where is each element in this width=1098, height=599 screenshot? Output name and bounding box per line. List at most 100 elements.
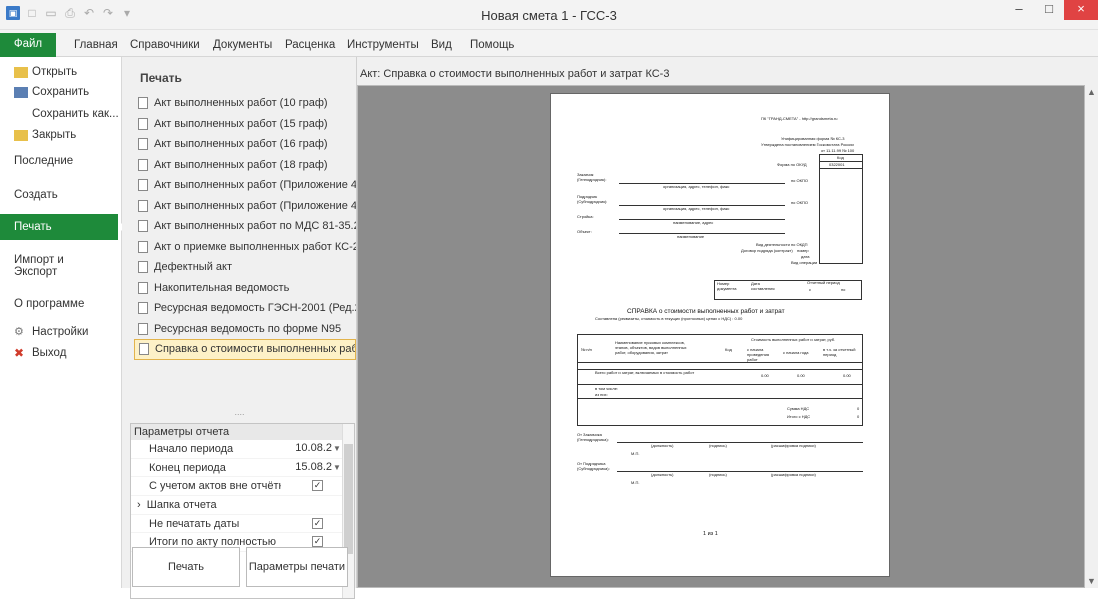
doc-date-label: Дата составления [751, 281, 775, 291]
param-end-value[interactable]: 15.08.2 [284, 461, 332, 473]
nav-create[interactable]: Создать [14, 189, 58, 201]
row-including: в том числе: [595, 386, 619, 391]
report-item[interactable]: Акт выполненных работ (18 граф) [134, 155, 356, 176]
okud-label: Форма по ОКУД [777, 162, 807, 167]
zero-a: 0.00 [761, 373, 769, 378]
param-group-header[interactable]: › Шапка отчета [131, 496, 354, 515]
page-number-text: 1 из 1 [703, 531, 718, 537]
report-item[interactable]: Справка о стоимости выполненных работ и … [134, 339, 356, 360]
row-of-them: из них: [595, 392, 608, 397]
param-acts-outside[interactable]: С учетом актов вне отчётного пе ✓ [131, 477, 354, 497]
checkbox-no-dates[interactable]: ✓ [312, 517, 323, 529]
nav-open-label: Открыть [32, 66, 78, 78]
menu-documents[interactable]: Документы [213, 39, 272, 51]
nav-import-export[interactable]: Импорт и Экспорт [14, 254, 64, 278]
document-icon [139, 343, 149, 356]
menu-tools[interactable]: Инструменты [347, 39, 419, 51]
col-a: с начала проведения работ [747, 347, 769, 362]
save-icon [14, 86, 28, 98]
chevron-down-icon[interactable]: ▼ [333, 444, 341, 453]
page-number: 1 из 1 [703, 531, 718, 537]
report-item[interactable]: Ресурсная ведомость по форме N95 [134, 319, 356, 340]
report-item[interactable]: Акт выполненных работ (10 граф) [134, 93, 356, 114]
activity-label: Вид деятельности по ОКДП [756, 242, 808, 247]
backstage-nav: Открыть Сохранить Сохранить как... Закры… [0, 57, 124, 588]
object-label: Объект: [577, 229, 592, 234]
preview-viewer[interactable]: ПК "ГРАНД-СМЕТА" - http://grandsmeta.ru … [357, 85, 1085, 588]
nav-exit[interactable]: ✖ Выход [14, 347, 66, 360]
report-item[interactable]: Акт выполненных работ (Приложение 4-обр.… [134, 196, 356, 217]
param-start-period[interactable]: Начало периода 10.08.2 ▼ [131, 440, 354, 459]
form-name: Унифицированная форма № КС-3 [781, 136, 845, 141]
position-2: (должность) [651, 472, 674, 477]
menu-references[interactable]: Справочники [130, 39, 200, 51]
report-item[interactable]: Дефектный акт [134, 257, 356, 278]
report-item[interactable]: Ресурсная ведомость ГЭСН-2001 (Ред.2009) [134, 298, 356, 319]
report-item-label: Акт выполненных работ (Приложение 4-наш.… [154, 179, 356, 192]
preview-scrollbar[interactable]: ▲ ▼ [1085, 85, 1098, 588]
report-item-label: Акт о приемке выполненных работ КС-2 [154, 240, 356, 253]
nav-print[interactable]: Печать [0, 214, 124, 240]
op-type-label: Вид операции [791, 260, 818, 265]
decode-1: (расшифровка подписи) [771, 443, 816, 448]
menu-home[interactable]: Главная [74, 39, 118, 51]
report-item[interactable]: Акт о приемке выполненных работ КС-2 [134, 237, 356, 258]
report-item[interactable]: Акт выполненных работ (Приложение 4-наш.… [134, 175, 356, 196]
print-settings-button[interactable]: Параметры печати [246, 547, 348, 587]
param-end-label: Конец периода [149, 461, 226, 474]
checkbox-acts[interactable]: ✓ [312, 480, 323, 492]
document-area: Акт: Справка о стоимости выполненных раб… [357, 57, 1098, 588]
nav-import-label: Импорт и [14, 254, 64, 266]
nav-save[interactable]: Сохранить [14, 86, 89, 98]
decode-2: (расшифровка подписи) [771, 472, 816, 477]
nav-print-label: Печать [14, 221, 52, 233]
param-end-period[interactable]: Конец периода 15.08.2 ▼ [131, 459, 354, 478]
param-header-label: › Шапка отчета [131, 499, 281, 511]
col-cost: Стоимость выполненных работ и затрат, ру… [751, 337, 836, 342]
window-title: Новая смета 1 - ГСС-3 [481, 8, 617, 23]
nav-open[interactable]: Открыть [14, 66, 77, 78]
report-item-label: Акт выполненных работ (18 граф) [154, 158, 328, 171]
scroll-down-icon[interactable]: ▼ [1087, 576, 1096, 586]
param-start-value[interactable]: 10.08.2 [284, 442, 332, 454]
report-item-label: Накопительная ведомость [154, 281, 290, 294]
scroll-up-icon[interactable]: ▲ [1087, 87, 1096, 97]
document-icon [138, 199, 148, 212]
nav-about[interactable]: О программе [14, 298, 84, 310]
menu-help[interactable]: Помощь [470, 39, 514, 51]
doc-no-label: Номер документа [717, 281, 737, 291]
nav-recent[interactable]: Последние [14, 155, 73, 167]
print-button[interactable]: Печать [132, 547, 240, 587]
vat-label: Сумма НДС [787, 406, 810, 411]
nav-close[interactable]: Закрыть [14, 129, 76, 141]
document-icon [138, 117, 148, 130]
nav-settings[interactable]: ⚙ Настройки [14, 326, 88, 338]
report-item[interactable]: Акт выполненных работ по МДС 81-35.2004 [134, 216, 356, 237]
report-item[interactable]: Накопительная ведомость [134, 278, 356, 299]
menu-view[interactable]: Вид [431, 39, 452, 51]
splitter-grip[interactable]: .... [122, 407, 357, 417]
param-no-dates[interactable]: Не печатать даты ✓ [131, 515, 354, 534]
document-icon [138, 97, 148, 110]
preview-page: ПК "ГРАНД-СМЕТА" - http://grandsmeta.ru … [550, 93, 890, 577]
expand-icon[interactable]: › [137, 499, 141, 511]
nav-save-as[interactable]: Сохранить как... [32, 108, 119, 120]
params-header: Параметры отчета [131, 424, 354, 440]
minimize-icon[interactable]: – [1004, 0, 1034, 20]
report-item[interactable]: Акт выполненных работ (16 граф) [134, 134, 356, 155]
report-item[interactable]: Акт выполненных работ (15 граф) [134, 114, 356, 135]
document-icon [138, 179, 148, 192]
menu-file[interactable]: Файл [0, 33, 56, 57]
object-hint: наименование [677, 234, 705, 239]
report-item-label: Акт выполненных работ (16 граф) [154, 138, 328, 151]
site-hint: наименование, адрес [673, 220, 714, 225]
chevron-down-icon[interactable]: ▼ [333, 463, 341, 472]
customer-label: Заказчик (Генподрядчик): [577, 172, 607, 182]
maximize-icon[interactable]: □ [1034, 0, 1064, 20]
row-total-works: Всего работ и затрат, включаемых в стоим… [595, 370, 695, 375]
scrollbar-thumb[interactable] [344, 444, 353, 554]
checkbox-totals[interactable]: ✓ [312, 536, 323, 548]
menu-rate[interactable]: Расценка [285, 39, 335, 51]
total-label: Итого с НДС [787, 414, 811, 419]
close-icon[interactable]: × [1064, 0, 1098, 20]
